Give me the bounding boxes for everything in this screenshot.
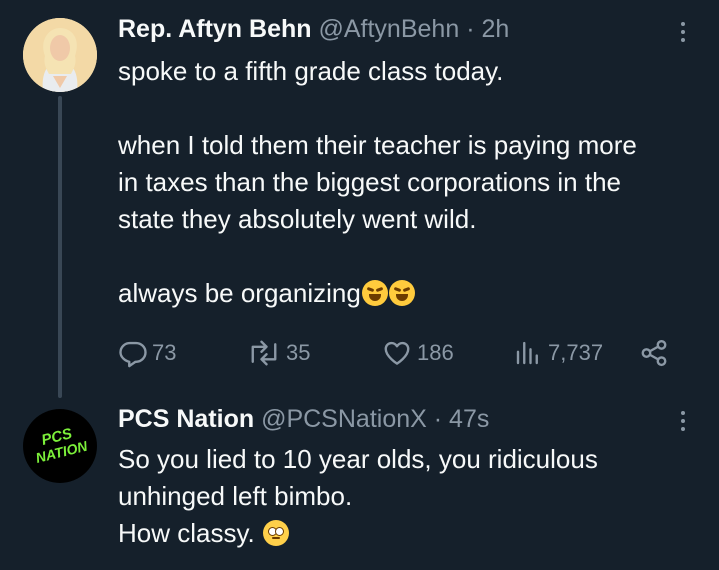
rolling-on-floor-laughing-emoji-icon <box>361 280 388 306</box>
pcs-nation-logo: PCS NATION <box>23 409 97 483</box>
share-button[interactable] <box>638 336 670 370</box>
like-button[interactable]: 186 <box>381 336 454 370</box>
repost-icon <box>251 340 277 366</box>
avatar-photo <box>23 18 97 92</box>
like-count: 186 <box>417 340 454 365</box>
tweet-text: spoke to a fifth grade class today. when… <box>118 56 637 308</box>
display-name[interactable]: Rep. Aftyn Behn <box>118 15 312 43</box>
reply-count: 73 <box>152 340 177 365</box>
more-options-icon[interactable] <box>673 406 693 436</box>
views-icon <box>516 341 538 365</box>
separator-dot: · <box>433 405 443 433</box>
tweet-text-container: So you lied to 10 year olds, you ridicul… <box>118 441 708 552</box>
views-count: 7,737 <box>548 340 604 365</box>
repost-count: 35 <box>286 340 311 365</box>
repost-button[interactable]: 35 <box>246 336 310 370</box>
avatar[interactable] <box>23 18 97 92</box>
display-name[interactable]: PCS Nation <box>118 405 254 433</box>
avatar[interactable]: PCS NATION <box>23 409 97 483</box>
reply-button[interactable]: 73 <box>118 336 176 370</box>
heart-icon <box>384 341 410 365</box>
views-button[interactable]: 7,737 <box>512 336 603 370</box>
timestamp[interactable]: 47s <box>449 405 489 433</box>
tweet[interactable]: Rep. Aftyn Behn @AftynBehn · 2h spoke to… <box>0 0 719 398</box>
timestamp[interactable]: 2h <box>481 15 509 43</box>
share-icon <box>641 339 667 367</box>
tweet-header: PCS Nation @PCSNationX · 47s <box>118 404 489 434</box>
tweet-text-container: spoke to a fifth grade class today. when… <box>118 53 708 312</box>
user-handle[interactable]: @AftynBehn <box>318 15 459 43</box>
rolling-on-floor-laughing-emoji-icon <box>388 280 415 306</box>
more-options-icon[interactable] <box>673 17 693 47</box>
separator-dot: · <box>466 15 475 43</box>
reply-icon <box>119 341 147 368</box>
action-bar: 73 35 186 7,737 <box>0 336 719 370</box>
user-handle[interactable]: @PCSNationX <box>261 405 427 433</box>
tweet-header: Rep. Aftyn Behn @AftynBehn · 2h <box>118 14 509 44</box>
tweet-text: So you lied to 10 year olds, you ridicul… <box>118 444 598 548</box>
face-with-rolling-eyes-emoji-icon <box>263 520 290 546</box>
